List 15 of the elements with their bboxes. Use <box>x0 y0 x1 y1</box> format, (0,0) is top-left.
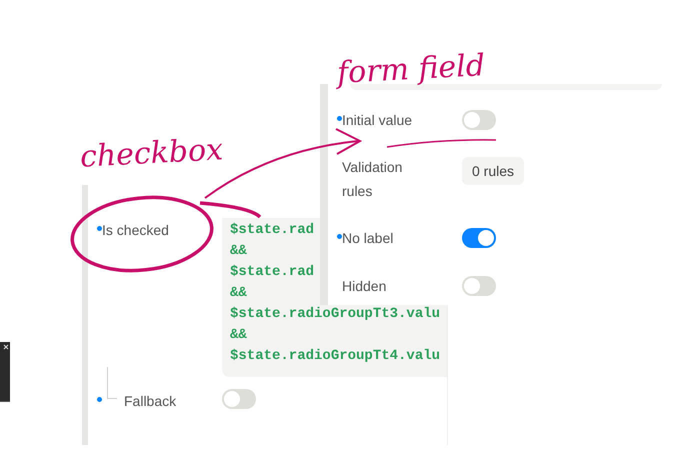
code-line: $state.rad <box>230 263 314 282</box>
code-line: $state.radioGroupTt4.valu <box>230 347 440 366</box>
code-line: $state.radioGroupTt3.valu <box>230 305 440 324</box>
field-label: Initial value <box>341 111 414 130</box>
code-line: && <box>230 284 247 303</box>
code-line: $state.rad <box>230 221 314 240</box>
field-label: Is checked <box>101 221 170 240</box>
field-label: Fallback <box>123 392 178 411</box>
code-line: && <box>230 242 247 261</box>
handwritten-note: form field <box>336 48 486 92</box>
code-line: && <box>230 326 247 345</box>
field-label: No label <box>341 229 394 248</box>
field-label: Hidden <box>341 277 388 296</box>
field-label: Validation rules <box>341 158 404 201</box>
handwritten-note: checkbox <box>79 132 224 176</box>
